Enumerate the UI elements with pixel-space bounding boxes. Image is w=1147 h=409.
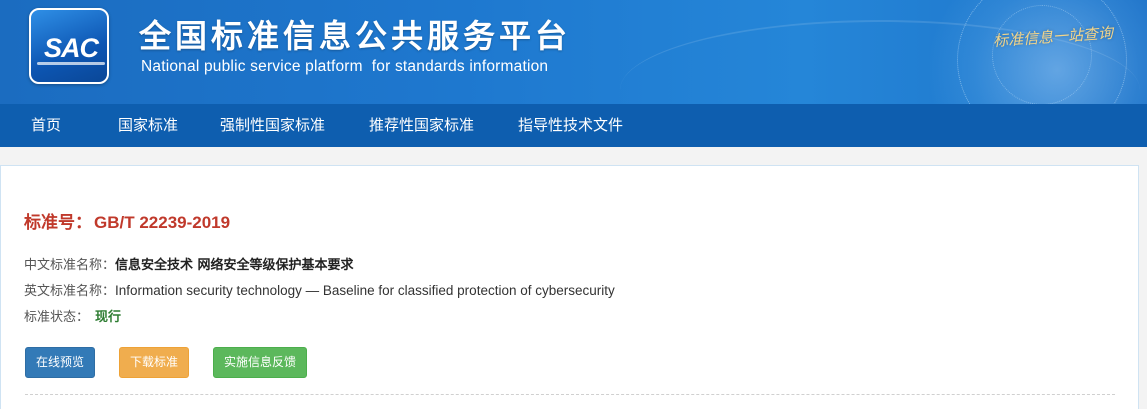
feedback-button[interactable]: 实施信息反馈: [213, 347, 307, 378]
nav-item-guidance-documents[interactable]: 指导性技术文件: [518, 104, 623, 147]
content-divider: [25, 394, 1115, 395]
en-name-value: Information security technology — Baseli…: [115, 283, 615, 298]
cn-name-value: 信息安全技术 网络安全等级保护基本要求: [115, 258, 354, 273]
standard-number-value: GB/T 22239-2019: [94, 213, 231, 232]
nav-item-national-standards[interactable]: 国家标准: [118, 104, 178, 147]
cn-name-label: 中文标准名称：: [24, 258, 116, 273]
header-banner: SAC 全国标准信息公共服务平台 National public service…: [0, 0, 1147, 104]
logo-text: SAC: [43, 33, 99, 63]
en-name-label: 英文标准名称：: [24, 284, 116, 299]
logo-bar: [37, 62, 105, 65]
standard-detail-panel: 标准号： GB/T 22239-2019 中文标准名称：信息安全技术 网络安全等级…: [0, 165, 1139, 409]
en-name-row: 英文标准名称：Information security technology —…: [24, 280, 615, 299]
sac-logo[interactable]: SAC: [29, 8, 109, 84]
site-title: 全国标准信息公共服务平台: [139, 17, 572, 55]
status-row: 标准状态： 现行: [24, 306, 121, 325]
standard-number-label: 标准号：: [24, 213, 92, 233]
site-subtitle: National public service platform for sta…: [141, 58, 549, 75]
standard-number: 标准号： GB/T 22239-2019: [24, 208, 230, 233]
nav-item-recommended-standards[interactable]: 推荐性国家标准: [369, 104, 474, 147]
nav-item-home[interactable]: 首页: [31, 104, 61, 147]
main-nav: 首页 国家标准 强制性国家标准 推荐性国家标准 指导性技术文件: [0, 104, 1147, 147]
nav-item-mandatory-standards[interactable]: 强制性国家标准: [220, 104, 325, 147]
status-badge: 现行: [95, 310, 122, 325]
cn-name-row: 中文标准名称：信息安全技术 网络安全等级保护基本要求: [24, 254, 354, 273]
online-preview-button[interactable]: 在线预览: [25, 347, 95, 378]
download-standard-button[interactable]: 下载标准: [119, 347, 189, 378]
status-label: 标准状态：: [24, 310, 90, 325]
